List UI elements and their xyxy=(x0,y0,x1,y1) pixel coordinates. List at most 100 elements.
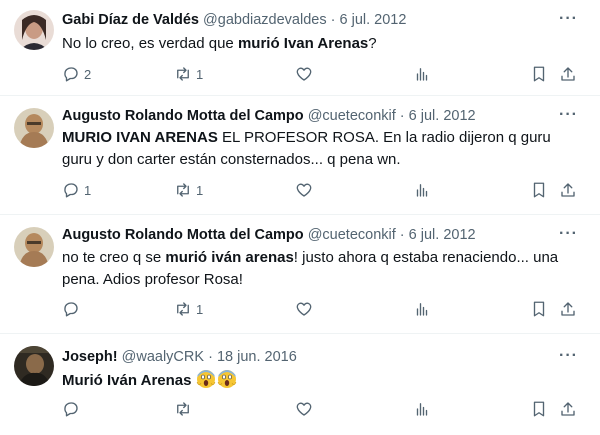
views-button[interactable] xyxy=(413,398,431,420)
bookmark-icon xyxy=(533,401,545,417)
reply-icon xyxy=(64,67,78,82)
tweet-date[interactable]: 6 jul. 2012 xyxy=(340,12,407,28)
more-options-button[interactable]: ··· xyxy=(559,107,578,123)
share-button[interactable] xyxy=(559,398,577,420)
retweet-button[interactable]: 1 xyxy=(174,298,203,320)
like-icon xyxy=(296,302,312,316)
tweet[interactable]: Gabi Díaz de Valdés @gabdiazdevaldes · 6… xyxy=(0,0,600,96)
bookmark-button[interactable] xyxy=(530,398,548,420)
like-icon xyxy=(296,183,312,197)
retweet-icon xyxy=(177,67,189,81)
like-button[interactable] xyxy=(295,63,313,85)
retweet-icon xyxy=(177,183,189,197)
author-handle[interactable]: @gabdiazdevaldes xyxy=(203,12,327,28)
tweet-header: Gabi Díaz de Valdés @gabdiazdevaldes · 6… xyxy=(62,11,406,29)
retweet-button[interactable] xyxy=(174,398,192,420)
tweet-text: Murió Iván Arenas xyxy=(62,369,580,392)
bookmark-button[interactable] xyxy=(530,298,548,320)
author-name[interactable]: Joseph! xyxy=(62,349,118,365)
views-button[interactable] xyxy=(413,63,431,85)
share-button[interactable] xyxy=(559,63,577,85)
tweet-header: Augusto Rolando Motta del Campo @cueteco… xyxy=(62,107,476,125)
author-handle[interactable]: @cueteconkif xyxy=(308,227,396,243)
tweet[interactable]: Augusto Rolando Motta del Campo @cueteco… xyxy=(0,96,600,215)
retweet-icon xyxy=(177,402,189,416)
reply-count: 1 xyxy=(84,182,92,198)
tweet[interactable]: Augusto Rolando Motta del Campo @cueteco… xyxy=(0,215,600,334)
author-name[interactable]: Augusto Rolando Motta del Campo xyxy=(62,227,304,243)
text-segment: no te creo q se xyxy=(62,249,166,266)
separator: · xyxy=(330,12,336,28)
retweet-count: 1 xyxy=(196,182,204,198)
views-icon xyxy=(416,303,428,316)
action-bar: 1 xyxy=(62,298,588,320)
avatar[interactable] xyxy=(14,10,54,50)
reply-count: 2 xyxy=(84,66,92,82)
retweet-button[interactable]: 1 xyxy=(174,179,203,201)
tweet-header: Augusto Rolando Motta del Campo @cueteco… xyxy=(62,226,476,244)
highlighted-text: MURIO IVAN ARENAS xyxy=(62,129,218,146)
views-icon xyxy=(416,68,428,81)
separator: · xyxy=(208,349,213,365)
bookmark-icon xyxy=(533,301,545,317)
tweet-text: MURIO IVAN ARENAS EL PROFESOR ROSA. En l… xyxy=(62,127,580,171)
share-icon xyxy=(561,402,575,416)
bookmark-button[interactable] xyxy=(530,63,548,85)
like-button[interactable] xyxy=(295,298,313,320)
share-button[interactable] xyxy=(559,179,577,201)
avatar[interactable] xyxy=(14,346,54,386)
action-bar: 2 1 xyxy=(62,63,588,85)
tweet-date[interactable]: 18 jun. 2016 xyxy=(217,349,297,365)
bookmark-button[interactable] xyxy=(530,179,548,201)
separator: · xyxy=(399,227,405,243)
more-options-button[interactable]: ··· xyxy=(559,348,578,364)
avatar[interactable] xyxy=(14,227,54,267)
like-button[interactable] xyxy=(295,179,313,201)
views-icon xyxy=(416,184,428,197)
screaming-face-emoji xyxy=(196,370,215,388)
tweet[interactable]: Joseph! @waalyCRK · 18 jun. 2016 ··· Mur… xyxy=(0,334,600,435)
author-name[interactable]: Gabi Díaz de Valdés xyxy=(62,12,199,28)
tweet-text: No lo creo, es verdad que murió Ivan Are… xyxy=(62,33,580,55)
tweet-header: Joseph! @waalyCRK · 18 jun. 2016 xyxy=(62,348,297,366)
reply-button[interactable]: 2 xyxy=(62,63,91,85)
text-segment: ? xyxy=(368,35,377,52)
separator: · xyxy=(399,108,405,124)
bookmark-icon xyxy=(533,66,545,82)
retweet-count: 1 xyxy=(196,66,204,82)
action-bar xyxy=(62,398,588,420)
reply-icon xyxy=(64,302,78,317)
reply-button[interactable] xyxy=(62,298,80,320)
views-button[interactable] xyxy=(413,298,431,320)
reply-button[interactable]: 1 xyxy=(62,179,91,201)
tweet-date[interactable]: 6 jul. 2012 xyxy=(409,227,476,243)
avatar[interactable] xyxy=(14,108,54,148)
highlighted-text: murió Ivan Arenas xyxy=(237,35,369,52)
tweet-feed: Gabi Díaz de Valdés @gabdiazdevaldes · 6… xyxy=(0,0,600,435)
author-name[interactable]: Augusto Rolando Motta del Campo xyxy=(62,108,304,124)
like-button[interactable] xyxy=(295,398,313,420)
retweet-count: 1 xyxy=(196,301,204,317)
share-icon xyxy=(561,183,575,197)
highlighted-text: murió iván arenas xyxy=(165,249,294,266)
screaming-face-emoji xyxy=(217,370,236,388)
more-options-button[interactable]: ··· xyxy=(559,226,578,242)
share-button[interactable] xyxy=(559,298,577,320)
views-icon xyxy=(416,403,428,416)
text-segment: No lo creo, es verdad que xyxy=(62,35,238,52)
author-handle[interactable]: @waalyCRK xyxy=(122,349,204,365)
reply-icon xyxy=(64,402,78,417)
more-options-button[interactable]: ··· xyxy=(559,11,578,27)
views-button[interactable] xyxy=(413,179,431,201)
like-icon xyxy=(296,67,312,81)
reply-icon xyxy=(64,183,78,198)
retweet-button[interactable]: 1 xyxy=(174,63,203,85)
author-handle[interactable]: @cueteconkif xyxy=(308,108,396,124)
highlighted-text: Murió Iván Arenas xyxy=(62,372,192,389)
action-bar: 1 1 xyxy=(62,179,588,201)
reply-button[interactable] xyxy=(62,398,80,420)
tweet-date[interactable]: 6 jul. 2012 xyxy=(409,108,476,124)
share-icon xyxy=(561,67,575,81)
tweet-text: no te creo q se murió iván arenas! justo… xyxy=(62,247,580,291)
like-icon xyxy=(296,402,312,416)
